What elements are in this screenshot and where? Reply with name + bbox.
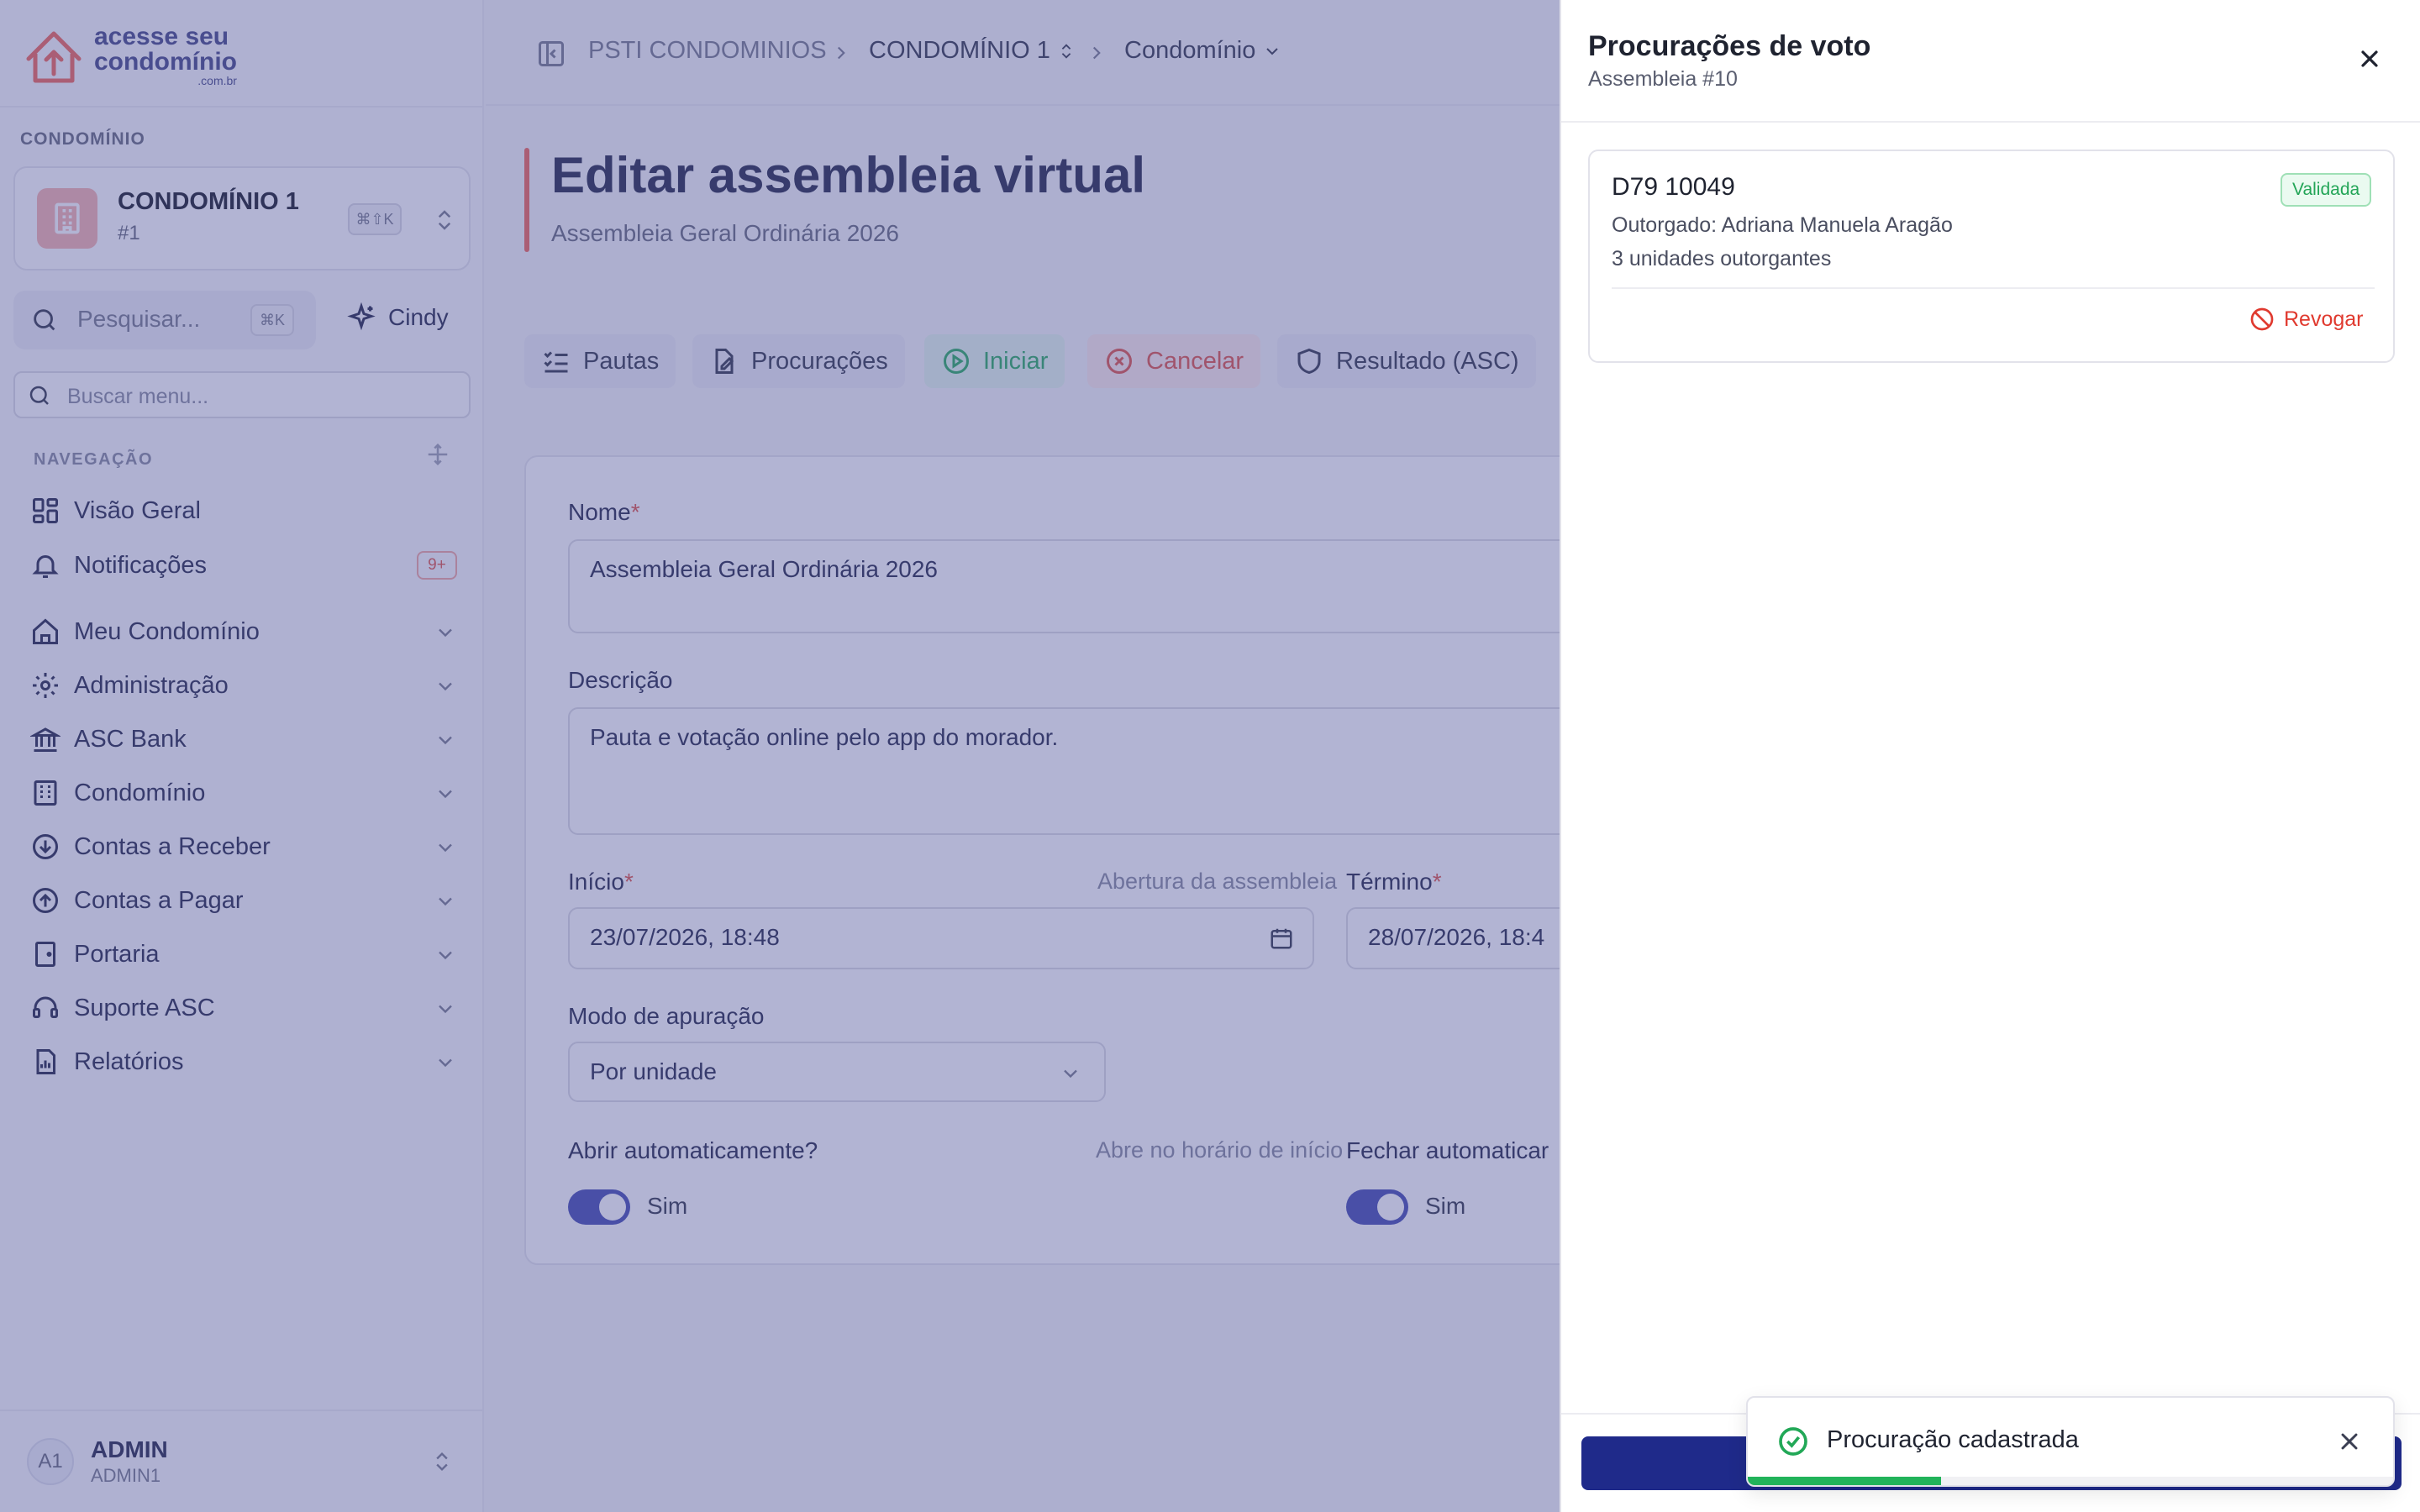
proxy-card-divider — [1612, 287, 2375, 289]
toast-message: Procuração cadastrada — [1827, 1426, 2079, 1453]
modal-backdrop[interactable] — [0, 0, 1560, 1512]
toast-notification: Procuração cadastrada — [1746, 1396, 2395, 1487]
toast-progress-track — [1748, 1477, 2393, 1485]
toast-progress-fill — [1748, 1477, 1942, 1485]
close-icon[interactable] — [2336, 1428, 2363, 1455]
revoke-button[interactable]: Revogar — [2249, 306, 2364, 333]
proxy-units-count: 3 unidades outorgantes — [1612, 247, 1832, 270]
drawer-title: Procurações de voto — [1588, 30, 1871, 62]
proxy-card: D79 10049 Validada Outorgado: Adriana Ma… — [1588, 150, 2395, 363]
drawer-subtitle: Assembleia #10 — [1588, 67, 1738, 91]
close-icon[interactable] — [2356, 45, 2383, 72]
drawer-header-divider — [1561, 121, 2420, 123]
proxy-unit: D79 10049 — [1612, 173, 1735, 201]
proxy-grantee: Outorgado: Adriana Manuela Aragão — [1612, 213, 1953, 237]
ban-icon — [2250, 307, 2274, 331]
revoke-label: Revogar — [2284, 307, 2364, 331]
status-badge: Validada — [2281, 173, 2372, 207]
check-circle-icon — [1779, 1427, 1807, 1456]
proxies-drawer: Procurações de voto Assembleia #10 D79 1… — [1560, 0, 2420, 1512]
